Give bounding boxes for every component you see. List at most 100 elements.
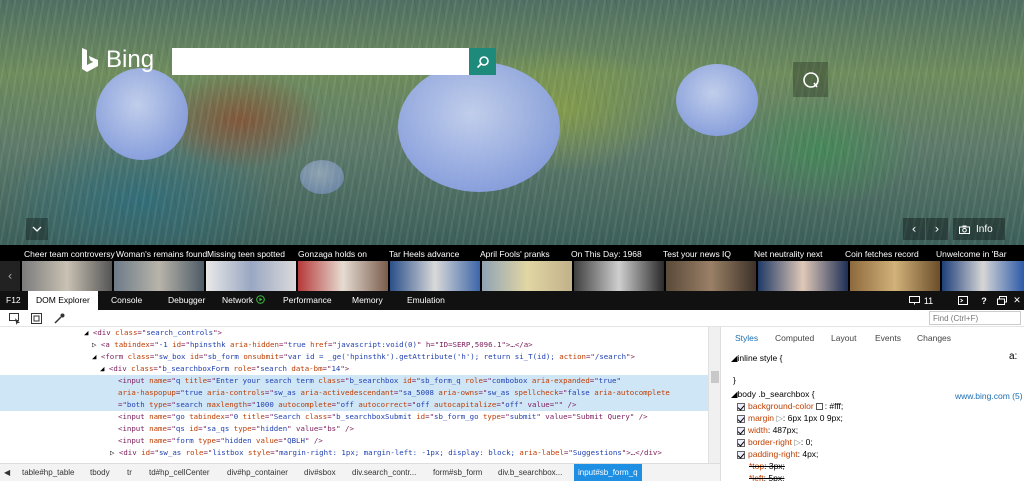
- tab-memory[interactable]: Memory: [352, 291, 383, 310]
- tab-styles[interactable]: Styles: [735, 333, 758, 343]
- dom-text: =": [563, 448, 573, 457]
- news-title[interactable]: Net neutrality next: [754, 249, 823, 259]
- dom-text: b_searchbox: [349, 376, 399, 385]
- rule-selector[interactable]: ◢body .b_searchbox {: [731, 389, 815, 400]
- image-search-button[interactable]: [793, 62, 828, 97]
- color-swatch[interactable]: [815, 403, 823, 411]
- help-button[interactable]: ?: [978, 291, 990, 310]
- news-title[interactable]: Cheer team controversy: [24, 249, 115, 259]
- dom-node[interactable]: <input name="go tabindex="0 title="Searc…: [0, 411, 708, 423]
- tab-dom-explorer[interactable]: DOM Explorer: [28, 291, 98, 310]
- property-checkbox[interactable]: [737, 450, 745, 459]
- style-property[interactable]: width: 487px;: [737, 425, 798, 435]
- breadcrumb-item[interactable]: div.search_contr...: [352, 464, 416, 481]
- dom-node[interactable]: ▷ <a tabindex="-1 id="hpinsthk aria-hidd…: [0, 339, 708, 351]
- style-property[interactable]: border-right ▷: 0;: [737, 437, 813, 448]
- highlight-elements-button[interactable]: [30, 312, 43, 325]
- news-title[interactable]: Missing teen spotted: [207, 249, 285, 259]
- news-title[interactable]: Test your news IQ: [663, 249, 731, 259]
- undock-button[interactable]: [996, 291, 1008, 310]
- next-image-button[interactable]: ›: [926, 218, 949, 240]
- news-thumbnail[interactable]: [390, 261, 480, 291]
- tab-performance[interactable]: Performance: [283, 291, 332, 310]
- close-devtools-button[interactable]: ✕: [1012, 291, 1022, 310]
- find-input[interactable]: [929, 311, 1021, 325]
- previous-image-button[interactable]: ‹: [903, 218, 926, 240]
- dom-node-selected[interactable]: aria-haspopup="true aria-controls="sw_as…: [0, 387, 708, 399]
- news-thumbnail[interactable]: [482, 261, 572, 291]
- breadcrumb-item[interactable]: tr: [127, 464, 132, 481]
- tab-console[interactable]: Console: [111, 291, 142, 310]
- property-checkbox[interactable]: [737, 426, 745, 435]
- dom-node-selected[interactable]: ="both type="search maxlength="1000 auto…: [0, 399, 708, 411]
- tab-emulation[interactable]: Emulation: [407, 291, 445, 310]
- news-thumbnail[interactable]: [758, 261, 848, 291]
- dom-node[interactable]: <input name="form type="hidden value="QB…: [0, 435, 708, 447]
- dom-node[interactable]: ◢ <form class="sw_box id="sb_form onsubm…: [0, 351, 708, 363]
- news-thumbnail[interactable]: [22, 261, 112, 291]
- news-title[interactable]: April Fools' pranks: [480, 249, 550, 259]
- dom-node[interactable]: ▷ <div id="sw_as role="listbox style="ma…: [0, 447, 708, 459]
- tab-computed[interactable]: Computed: [775, 333, 814, 343]
- scroll-down-button[interactable]: [26, 218, 48, 240]
- target-selector[interactable]: 11: [904, 291, 938, 310]
- news-thumbnail[interactable]: [942, 261, 1024, 291]
- news-thumbnail[interactable]: [206, 261, 296, 291]
- rule-source-link[interactable]: www.bing.com (5): [955, 391, 1023, 401]
- news-title[interactable]: Tar Heels advance: [389, 249, 459, 259]
- breadcrumb-item[interactable]: div#hp_container: [227, 464, 288, 481]
- style-property-overridden[interactable]: *left: 5px;: [749, 473, 784, 481]
- news-thumbnail[interactable]: [114, 261, 204, 291]
- news-thumbnail[interactable]: [666, 261, 756, 291]
- color-picker-button[interactable]: [53, 312, 66, 325]
- news-thumbnail[interactable]: [574, 261, 664, 291]
- dom-node[interactable]: <input name="qs id="sa_qs type="hidden" …: [0, 423, 708, 435]
- breadcrumb-item[interactable]: div.b_searchbox...: [498, 464, 562, 481]
- dom-node[interactable]: ◢ <div class="b_searchboxForm role="sear…: [0, 363, 708, 375]
- select-element-button[interactable]: [8, 312, 21, 325]
- expand-arrow-icon: ▷: [773, 413, 783, 423]
- dom-text: id: [184, 424, 199, 433]
- breadcrumb-item[interactable]: table#hp_table: [22, 464, 75, 481]
- add-rule-button[interactable]: a:: [1009, 351, 1017, 362]
- news-thumbnail[interactable]: [298, 261, 388, 291]
- news-title[interactable]: Coin fetches record: [845, 249, 919, 259]
- property-checkbox[interactable]: [737, 438, 745, 447]
- news-title[interactable]: On This Day: 1968: [571, 249, 642, 259]
- breadcrumb-item[interactable]: tbody: [90, 464, 110, 481]
- style-property-overridden[interactable]: *top: 3px;: [749, 461, 785, 471]
- tab-network[interactable]: Network: [222, 291, 265, 310]
- news-title[interactable]: Woman's remains found: [116, 249, 207, 259]
- breadcrumb-item[interactable]: div#sbox: [304, 464, 336, 481]
- news-thumbnail[interactable]: [850, 261, 940, 291]
- dom-node[interactable]: ◢ <div class="search_controls">: [0, 327, 708, 339]
- tab-debugger[interactable]: Debugger: [168, 291, 205, 310]
- tab-layout[interactable]: Layout: [831, 333, 857, 343]
- news-title[interactable]: Unwelcome in 'Bar: [936, 249, 1007, 259]
- tab-changes[interactable]: Changes: [917, 333, 951, 343]
- breadcrumb-item[interactable]: td#hp_cellCenter: [149, 464, 209, 481]
- bing-logo[interactable]: Bing: [80, 46, 154, 74]
- breadcrumb-item-current[interactable]: input#sb_form_q: [574, 464, 642, 481]
- dom-text: go: [175, 412, 185, 421]
- style-property[interactable]: background-color: #fff;: [737, 401, 843, 411]
- style-property[interactable]: margin ▷: 6px 1px 0 9px;: [737, 413, 843, 424]
- inline-style-header[interactable]: ◢inline style {: [731, 353, 782, 364]
- breadcrumb-item[interactable]: form#sb_form: [433, 464, 482, 481]
- search-input[interactable]: [172, 48, 469, 75]
- style-property[interactable]: padding-right: 4px;: [737, 449, 818, 459]
- breadcrumb-scroll-left[interactable]: ◀: [4, 464, 10, 481]
- dom-tree-scrollbar[interactable]: [708, 327, 720, 463]
- property-checkbox[interactable]: [737, 402, 745, 411]
- image-navigation: ‹ › Info: [903, 218, 1005, 240]
- property-checkbox[interactable]: [737, 414, 745, 423]
- scrollbar-thumb[interactable]: [711, 371, 719, 383]
- dom-text: hpinsthk: [189, 340, 226, 349]
- news-scroll-left-button[interactable]: ‹: [0, 261, 20, 291]
- search-button[interactable]: [469, 48, 496, 75]
- news-title[interactable]: Gonzaga holds on: [298, 249, 367, 259]
- tab-events[interactable]: Events: [875, 333, 901, 343]
- dom-node-selected[interactable]: <input name="q title="Enter your search …: [0, 375, 708, 387]
- info-button[interactable]: Info: [953, 218, 1005, 240]
- console-toggle-button[interactable]: [955, 291, 971, 310]
